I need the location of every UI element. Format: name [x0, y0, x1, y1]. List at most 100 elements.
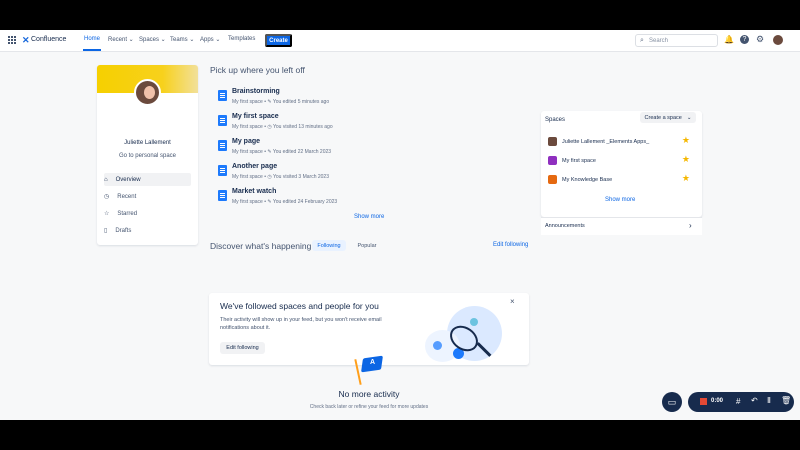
- spaces-heading: Spaces: [545, 117, 566, 123]
- search-placeholder: Search: [649, 38, 669, 44]
- nav-recent[interactable]: Recent ⌄: [108, 36, 134, 43]
- space-item-juliette[interactable]: Juliette Lallement _Elements Apps_ ★: [548, 135, 698, 149]
- nav-templates[interactable]: Templates: [228, 36, 255, 42]
- recent-item-title: My first space: [232, 113, 279, 120]
- sidebar-label-starred: Starred: [117, 210, 138, 217]
- sidebar-item-recent[interactable]: ◷ Recent: [104, 190, 191, 203]
- notifications-icon[interactable]: 🔔: [724, 35, 734, 44]
- home-icon: ⌂: [104, 176, 108, 183]
- tab-following[interactable]: Following: [312, 240, 346, 251]
- recent-item-meta: My first space • ◷ You visited 13 minute…: [232, 124, 333, 130]
- confluence-window: ✕ Confluence Home Recent ⌄ Spaces ⌄ Team…: [0, 30, 800, 420]
- sidebar-label-recent: Recent: [117, 193, 137, 200]
- nav-teams[interactable]: Teams ⌄: [170, 36, 194, 43]
- trash-icon[interactable]: 🗑: [781, 396, 791, 405]
- search-icon: ⌕: [640, 37, 644, 44]
- recording-time: 0:00: [711, 398, 724, 404]
- following-illustration: [425, 306, 507, 364]
- search-input[interactable]: ⌕ Search: [635, 34, 718, 47]
- recent-show-more[interactable]: Show more: [354, 214, 384, 220]
- sidebar-item-overview[interactable]: ⌂ Overview: [104, 173, 191, 186]
- pause-icon[interactable]: Ⅱ: [767, 396, 771, 405]
- profile-avatar-icon[interactable]: [773, 35, 783, 45]
- create-button[interactable]: Create: [265, 34, 292, 47]
- page-icon: [218, 90, 227, 101]
- following-card-title: We've followed spaces and people for you: [220, 301, 379, 311]
- recent-item-title: Another page: [232, 163, 278, 170]
- page-icon: [218, 115, 227, 126]
- space-item-knowledge-base[interactable]: My Knowledge Base ★: [548, 173, 698, 187]
- personal-space-link[interactable]: Go to personal space: [97, 153, 198, 159]
- sidebar-label-overview: Overview: [115, 176, 141, 183]
- recent-item-my-first-space[interactable]: My first space My first space • ◷ You vi…: [218, 112, 518, 132]
- recent-item-title: Brainstorming: [232, 88, 280, 95]
- recent-item-market-watch[interactable]: Market watch My first space • ✎ You edit…: [218, 187, 518, 207]
- no-more-activity-text: Check back later or refine your feed for…: [309, 404, 429, 410]
- knowledge-base-icon: [548, 175, 557, 184]
- nav-spaces[interactable]: Spaces ⌄: [139, 36, 166, 43]
- create-space-label: Create a space: [644, 114, 682, 121]
- app-name[interactable]: Confluence: [31, 36, 66, 43]
- space-item-my-first-space[interactable]: My first space ★: [548, 154, 698, 168]
- avatar-icon: [548, 137, 557, 146]
- confluence-logo-icon[interactable]: ✕: [22, 35, 30, 46]
- space-label: My first space: [562, 158, 596, 164]
- help-icon[interactable]: ?: [740, 35, 749, 44]
- spaces-card: Spaces Create a space ⌄ Juliette Lalleme…: [541, 111, 702, 217]
- clock-icon: ◷: [104, 194, 110, 200]
- following-card-text: Their activity will show up in your feed…: [220, 317, 382, 331]
- settings-icon[interactable]: ⚙: [756, 34, 764, 45]
- profile-avatar[interactable]: [134, 79, 161, 106]
- page-icon: [218, 140, 227, 151]
- create-space-button[interactable]: Create a space ⌄: [640, 112, 696, 123]
- app-switcher-icon[interactable]: [8, 36, 16, 44]
- tab-popular[interactable]: Popular: [351, 240, 383, 251]
- sidebar-label-drafts: Drafts: [115, 227, 132, 234]
- edit-following-button[interactable]: Edit following: [220, 342, 265, 354]
- recent-item-another-page[interactable]: Another page My first space • ◷ You visi…: [218, 162, 518, 182]
- nav-home[interactable]: Home: [84, 36, 100, 42]
- recent-item-my-page[interactable]: My page My first space • ✎ You edited 22…: [218, 137, 518, 157]
- announcements-row[interactable]: Announcements ›: [541, 217, 702, 235]
- profile-name: Juliette Lallement: [124, 140, 171, 146]
- page-icon: [218, 165, 227, 176]
- recent-item-meta: My first space • ✎ You edited 22 March 2…: [232, 149, 332, 155]
- star-outline-icon: ☆: [104, 211, 110, 217]
- video-camera-icon: ▭: [667, 396, 677, 407]
- recent-item-meta: My first space • ✎ You edited 5 minutes …: [232, 99, 330, 105]
- space-label: Juliette Lallement _Elements Apps_: [562, 139, 650, 145]
- sidebar-item-drafts[interactable]: ▯ Drafts: [104, 224, 191, 237]
- recent-item-title: Market watch: [232, 188, 277, 195]
- discover-heading: Discover what's happening: [210, 241, 312, 251]
- space-label: My Knowledge Base: [562, 177, 613, 183]
- sidebar-item-starred[interactable]: ☆ Starred: [104, 207, 191, 220]
- undo-icon[interactable]: ↶: [751, 396, 758, 405]
- recent-item-brainstorming[interactable]: Brainstorming My first space • ✎ You edi…: [218, 87, 518, 107]
- record-stop-icon[interactable]: [700, 398, 707, 405]
- no-activity-flag-icon: A: [354, 354, 385, 387]
- close-icon[interactable]: ×: [510, 297, 515, 306]
- grid-icon[interactable]: #: [736, 397, 740, 406]
- top-navigation: ✕ Confluence Home Recent ⌄ Spaces ⌄ Team…: [0, 30, 800, 52]
- starred-icon[interactable]: ★: [682, 154, 690, 165]
- chevron-right-icon: ›: [689, 221, 692, 230]
- space-icon: [548, 156, 557, 165]
- recent-heading: Pick up where you left off: [210, 65, 305, 75]
- no-more-activity-title: No more activity: [338, 389, 400, 399]
- page-icon: [218, 190, 227, 201]
- recent-item-meta: My first space • ✎ You edited 24 Februar…: [232, 199, 338, 205]
- starred-icon[interactable]: ★: [682, 135, 690, 146]
- draft-icon: ▯: [104, 228, 108, 234]
- recent-item-title: My page: [232, 138, 261, 145]
- starred-icon[interactable]: ★: [682, 173, 690, 184]
- recent-item-meta: My first space • ◷ You visited 3 March 2…: [232, 174, 329, 180]
- nav-apps[interactable]: Apps ⌄: [200, 36, 220, 43]
- edit-following-link[interactable]: Edit following: [493, 242, 528, 248]
- active-tab-indicator: [83, 49, 101, 51]
- camera-button[interactable]: ▭: [662, 392, 682, 412]
- spaces-show-more[interactable]: Show more: [605, 197, 635, 203]
- recording-toolbar: 0:00 # ↶ Ⅱ 🗑: [688, 392, 794, 412]
- announcements-label: Announcements: [545, 223, 585, 229]
- profile-card: Juliette Lallement Go to personal space …: [97, 65, 198, 245]
- chevron-down-icon: ⌄: [686, 114, 692, 121]
